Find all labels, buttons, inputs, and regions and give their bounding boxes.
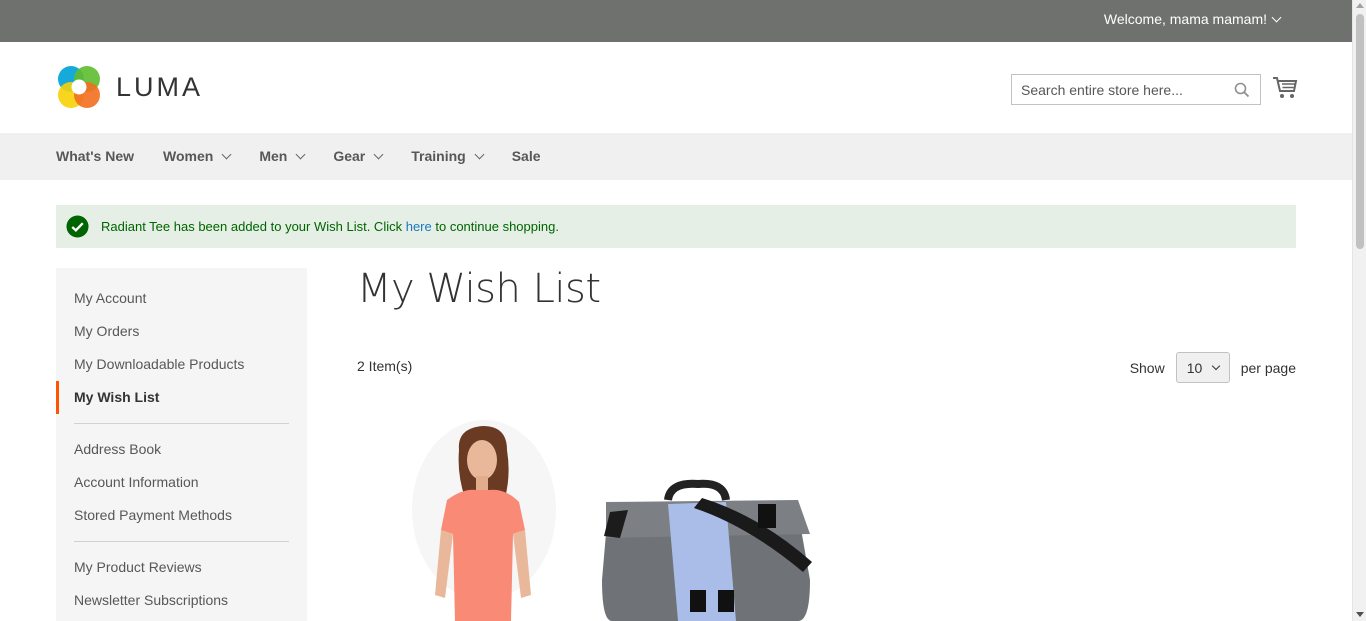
sidebar-item-my-orders[interactable]: My Orders bbox=[56, 315, 307, 348]
product-image-messenger-bag[interactable] bbox=[598, 430, 818, 621]
chevron-down-icon bbox=[373, 149, 384, 159]
sidebar-divider bbox=[74, 541, 289, 542]
success-message: Radiant Tee has been added to your Wish … bbox=[56, 205, 1296, 248]
nav-item-gear[interactable]: Gear bbox=[333, 148, 384, 164]
nav-item-men[interactable]: Men bbox=[259, 148, 306, 164]
chevron-down-icon bbox=[295, 149, 306, 159]
sidebar-item-downloadable-products[interactable]: My Downloadable Products bbox=[56, 348, 307, 381]
search-box bbox=[1011, 74, 1261, 105]
nav-item-women[interactable]: Women bbox=[163, 148, 232, 164]
wishlist-toolbar: 2 Item(s) Show 10 per page bbox=[357, 352, 1296, 384]
search-input[interactable] bbox=[1012, 75, 1222, 104]
page-header: LUMA bbox=[0, 42, 1352, 133]
nav-item-whats-new[interactable]: What's New bbox=[56, 148, 134, 164]
tee-photo bbox=[412, 420, 556, 621]
sidebar-item-product-reviews[interactable]: My Product Reviews bbox=[56, 551, 307, 584]
per-page-select[interactable]: 10 bbox=[1175, 352, 1230, 383]
shopping-cart-icon[interactable] bbox=[1272, 76, 1298, 100]
scroll-down-arrow-icon[interactable] bbox=[1356, 612, 1364, 617]
page-title: My Wish List bbox=[357, 266, 601, 312]
sidebar-item-address-book[interactable]: Address Book bbox=[56, 433, 307, 466]
sidebar-item-newsletter-subscriptions[interactable]: Newsletter Subscriptions bbox=[56, 584, 307, 617]
welcome-text: Welcome, mama mamam! bbox=[1103, 11, 1267, 27]
product-image-radiant-tee[interactable] bbox=[407, 420, 557, 621]
top-bar: Welcome, mama mamam! bbox=[0, 0, 1352, 42]
scroll-up-arrow-icon[interactable] bbox=[1356, 3, 1364, 8]
luma-logo-icon bbox=[58, 66, 100, 108]
sidebar-divider bbox=[74, 423, 289, 424]
item-count: 2 Item(s) bbox=[357, 358, 413, 374]
account-sidebar: My Account My Orders My Downloadable Pro… bbox=[56, 268, 307, 621]
search-icon[interactable] bbox=[1234, 82, 1250, 98]
per-page-label: per page bbox=[1240, 359, 1296, 376]
store-logo[interactable]: LUMA bbox=[56, 65, 203, 109]
main-content: My Wish List 2 Item(s) Show 10 per page bbox=[357, 266, 1296, 383]
scrollbar-thumb[interactable] bbox=[1356, 14, 1364, 249]
logo-text: LUMA bbox=[116, 71, 204, 102]
nav-item-training[interactable]: Training bbox=[411, 148, 485, 164]
show-label: Show bbox=[1129, 359, 1165, 376]
bag-photo bbox=[602, 479, 812, 621]
chevron-down-icon bbox=[474, 149, 485, 159]
chevron-down-icon bbox=[1271, 12, 1282, 22]
per-page-limiter: Show 10 per page bbox=[1130, 352, 1296, 383]
nav-item-sale[interactable]: Sale bbox=[512, 148, 541, 164]
checkmark-icon bbox=[66, 215, 89, 238]
page-scrollbar[interactable] bbox=[1352, 0, 1366, 621]
main-navigation: What's New Women Men Gear Training Sale bbox=[0, 133, 1352, 180]
message-text: Radiant Tee has been added to your Wish … bbox=[101, 219, 559, 234]
sidebar-item-stored-payment-methods[interactable]: Stored Payment Methods bbox=[56, 499, 307, 532]
sidebar-item-account-information[interactable]: Account Information bbox=[56, 466, 307, 499]
sidebar-item-my-account[interactable]: My Account bbox=[56, 282, 307, 315]
chevron-down-icon bbox=[221, 149, 232, 159]
sidebar-item-wish-list: My Wish List bbox=[56, 381, 307, 414]
customer-welcome-menu[interactable]: Welcome, mama mamam! bbox=[1103, 11, 1282, 27]
continue-shopping-link[interactable]: here bbox=[406, 219, 432, 234]
